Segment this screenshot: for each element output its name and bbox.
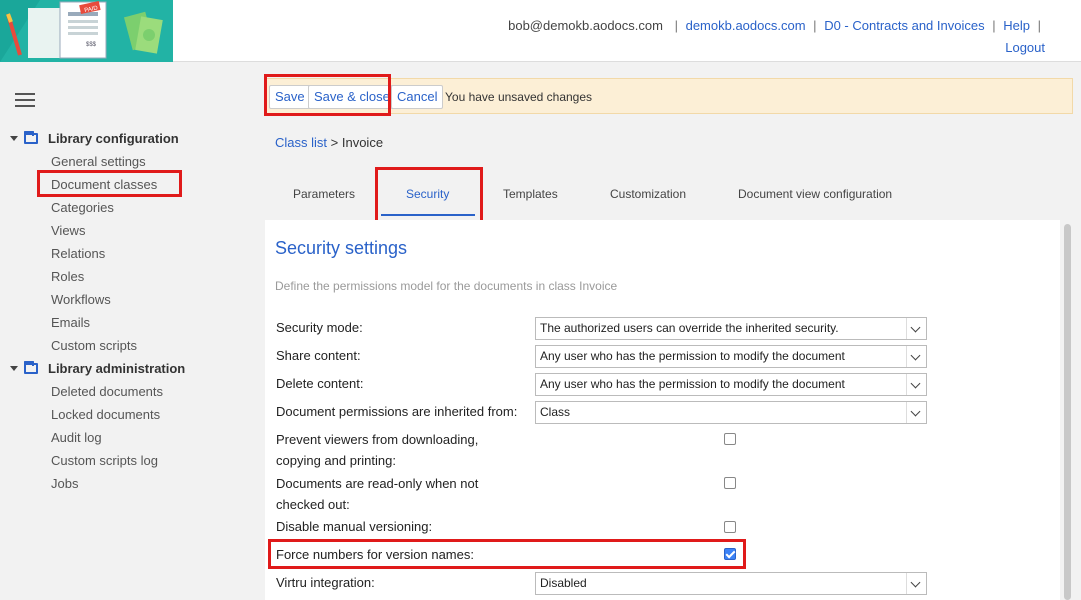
- content-scrollbar[interactable]: [1062, 220, 1073, 600]
- share-content-label: Share content:: [276, 348, 361, 363]
- virtru-integration-select[interactable]: Disabled: [535, 572, 927, 595]
- disable-manual-versioning-checkbox[interactable]: [724, 521, 736, 533]
- logout-link[interactable]: Logout: [1005, 40, 1045, 55]
- highlight-force-version-numbers: [268, 539, 746, 569]
- read-only-label: Documents are read-only when not checked…: [276, 476, 479, 512]
- help-link[interactable]: Help: [1003, 18, 1030, 33]
- tab-document-view-configuration[interactable]: Document view configuration: [738, 187, 892, 201]
- sidebar: Library configuration General settings D…: [0, 63, 255, 600]
- virtru-integration-label: Virtru integration:: [276, 575, 375, 590]
- security-mode-select[interactable]: The authorized users can override the in…: [535, 317, 927, 340]
- highlight-security-tab: [375, 167, 483, 224]
- section-description: Define the permissions model for the doc…: [275, 279, 618, 293]
- delete-content-select[interactable]: Any user who has the permission to modif…: [535, 373, 927, 396]
- breadcrumb-separator: >: [330, 135, 339, 150]
- sidebar-item-categories[interactable]: Categories: [51, 200, 114, 215]
- header-nav: bob@demokb.aodocs.com | demokb.aodocs.co…: [504, 18, 1045, 55]
- share-content-select[interactable]: Any user who has the permission to modif…: [535, 345, 927, 368]
- sidebar-group-title: Library configuration: [48, 131, 179, 146]
- caret-down-icon: [10, 136, 18, 141]
- cancel-button[interactable]: Cancel: [391, 85, 444, 109]
- virtru-integration-value: Disabled: [540, 576, 587, 590]
- sidebar-item-views[interactable]: Views: [51, 223, 85, 238]
- security-mode-value: The authorized users can override the in…: [540, 321, 839, 335]
- breadcrumb-class-list-link[interactable]: Class list: [275, 135, 327, 150]
- prevent-download-checkbox[interactable]: [724, 433, 736, 445]
- tab-templates[interactable]: Templates: [503, 187, 558, 201]
- sidebar-group-library-configuration[interactable]: Library configuration: [10, 131, 179, 146]
- disable-manual-versioning-label: Disable manual versioning:: [276, 519, 433, 534]
- domain-link[interactable]: demokb.aodocs.com: [686, 18, 806, 33]
- prevent-download-label: Prevent viewers from downloading, copyin…: [276, 432, 479, 468]
- permissions-inherited-select[interactable]: Class: [535, 401, 927, 424]
- sidebar-item-general-settings[interactable]: General settings: [51, 154, 146, 169]
- delete-content-value: Any user who has the permission to modif…: [540, 377, 845, 391]
- user-email: bob@demokb.aodocs.com: [508, 18, 663, 33]
- sidebar-item-jobs[interactable]: Jobs: [51, 476, 78, 491]
- sidebar-item-relations[interactable]: Relations: [51, 246, 105, 261]
- caret-down-icon: [10, 366, 18, 371]
- delete-content-label: Delete content:: [276, 376, 364, 391]
- app-logo[interactable]: PAID $$$: [0, 0, 173, 62]
- separator: |: [992, 18, 996, 33]
- read-only-checkbox[interactable]: [724, 477, 736, 489]
- breadcrumb-current: Invoice: [341, 135, 384, 150]
- separator: |: [1037, 18, 1041, 33]
- sidebar-item-emails[interactable]: Emails: [51, 315, 90, 330]
- sidebar-item-locked-documents[interactable]: Locked documents: [51, 407, 160, 422]
- highlight-document-classes: [37, 170, 182, 197]
- permissions-inherited-value: Class: [540, 405, 571, 419]
- tab-customization[interactable]: Customization: [610, 187, 686, 201]
- sidebar-item-workflows[interactable]: Workflows: [51, 292, 111, 307]
- sidebar-item-deleted-documents[interactable]: Deleted documents: [51, 384, 163, 399]
- scrollbar-thumb[interactable]: [1064, 224, 1071, 600]
- tab-parameters[interactable]: Parameters: [293, 187, 355, 201]
- library-link[interactable]: D0 - Contracts and Invoices: [824, 18, 984, 33]
- breadcrumb: Class list > Invoice: [275, 135, 383, 150]
- chevron-down-icon: [906, 374, 926, 395]
- separator: |: [813, 18, 817, 33]
- invoice-illustration-icon: PAID $$$: [0, 0, 173, 62]
- unsaved-changes-message: You have unsaved changes: [445, 90, 593, 104]
- folder-icon: [24, 361, 38, 374]
- chevron-down-icon: [906, 318, 926, 339]
- share-content-value: Any user who has the permission to modif…: [540, 349, 845, 363]
- chevron-down-icon: [906, 402, 926, 423]
- security-mode-label: Security mode:: [276, 320, 363, 335]
- logo-amount-text: $$$: [86, 42, 97, 48]
- hamburger-menu-icon[interactable]: [15, 93, 35, 111]
- sidebar-group-title: Library administration: [48, 361, 186, 376]
- app-header: PAID $$$ bob@demokb.aodocs.com | demokb.…: [0, 0, 1081, 62]
- folder-icon: [24, 131, 38, 144]
- sidebar-item-roles[interactable]: Roles: [51, 269, 84, 284]
- sidebar-group-library-administration[interactable]: Library administration: [10, 361, 185, 376]
- section-title: Security settings: [275, 238, 408, 258]
- permissions-inherited-label: Document permissions are inherited from:: [276, 404, 518, 419]
- chevron-down-icon: [906, 573, 926, 594]
- chevron-down-icon: [906, 346, 926, 367]
- highlight-save-buttons: [264, 74, 391, 116]
- sidebar-item-custom-scripts-log[interactable]: Custom scripts log: [51, 453, 158, 468]
- separator: |: [674, 18, 678, 33]
- sidebar-item-audit-log[interactable]: Audit log: [51, 430, 102, 445]
- sidebar-item-custom-scripts[interactable]: Custom scripts: [51, 338, 137, 353]
